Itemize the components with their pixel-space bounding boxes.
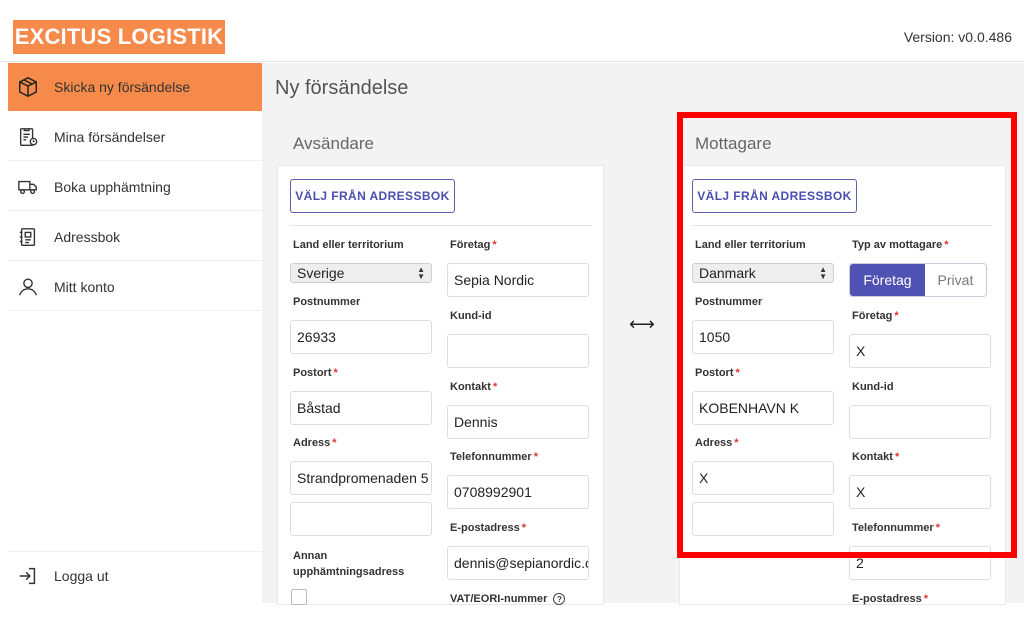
sender-address2-field[interactable] xyxy=(290,502,432,536)
address-book-icon xyxy=(16,225,40,249)
receiver-customer-id-field[interactable] xyxy=(849,405,991,439)
sender-section-title: Avsändare xyxy=(293,134,374,153)
select-arrows-icon: ▲ ▼ xyxy=(819,265,827,281)
swap-addresses-button[interactable]: ⟷ xyxy=(629,314,655,335)
sender-customer-id-label: Kund-id xyxy=(450,310,492,322)
sidebar-item-label: Adressbok xyxy=(54,228,121,245)
page-title: Ny försändelse xyxy=(275,77,409,99)
receiver-contact-label: Kontakt * xyxy=(852,451,900,463)
select-arrows-icon: ▲ ▼ xyxy=(417,265,425,281)
receiver-country-label: Land eller territorium xyxy=(695,239,806,251)
sender-email-label: E-postadress * xyxy=(450,522,526,534)
sidebar: Skicka ny försändelse Mina försändelser … xyxy=(8,63,262,603)
logout-button[interactable]: Logga ut xyxy=(8,551,262,599)
receiver-card xyxy=(679,165,1006,605)
sender-phone-label: Telefonnummer * xyxy=(450,451,538,463)
sender-address-book-button[interactable]: VÄLJ FRÅN ADRESSBOK xyxy=(290,179,455,213)
receiver-customer-id-label: Kund-id xyxy=(852,381,894,393)
receiver-postal-code-label: Postnummer xyxy=(695,296,763,308)
sender-postal-code-label: Postnummer xyxy=(293,296,361,308)
sidebar-item-label: Mitt konto xyxy=(54,278,115,295)
sender-postal-code-field[interactable]: 26933 xyxy=(290,320,432,354)
version-label: Version: v0.0.486 xyxy=(903,29,1012,45)
receiver-contact-field[interactable]: X xyxy=(849,475,991,509)
receiver-type-toggle: Företag Privat xyxy=(849,263,987,297)
receiver-address-label: Adress * xyxy=(695,437,739,449)
logout-icon xyxy=(16,564,40,588)
sender-divider xyxy=(290,225,592,226)
receiver-type-private-option[interactable]: Privat xyxy=(924,264,986,296)
sidebar-item-my-account[interactable]: Mitt konto xyxy=(8,263,262,311)
sender-phone-field[interactable]: 0708992901 xyxy=(447,475,589,509)
receiver-email-label: E-postadress * xyxy=(852,593,928,605)
sender-country-select[interactable]: Sverige ▲ ▼ xyxy=(290,263,432,283)
receiver-company-field[interactable]: X xyxy=(849,334,991,368)
receiver-address-field[interactable]: X xyxy=(692,461,834,495)
sender-customer-id-field[interactable] xyxy=(447,334,589,368)
brand-logo[interactable]: EXCITUS LOGISTIK xyxy=(13,20,225,54)
sidebar-item-label: Boka upphämtning xyxy=(54,178,171,195)
sender-company-field[interactable]: Sepia Nordic xyxy=(447,263,589,297)
sender-address-label: Adress * xyxy=(293,437,337,449)
sender-city-label: Postort * xyxy=(293,367,338,379)
sidebar-item-label: Skicka ny försändelse xyxy=(54,79,191,95)
sender-address-field[interactable]: Strandpromenaden 5 xyxy=(290,461,432,495)
receiver-type-company-option[interactable]: Företag xyxy=(850,264,925,296)
sidebar-item-send-shipment[interactable]: Skicka ny försändelse xyxy=(8,63,262,111)
sender-contact-field[interactable]: Dennis xyxy=(447,405,589,439)
sender-alt-pickup-label: Annan upphämtningsadress xyxy=(293,550,405,578)
receiver-country-value: Danmark xyxy=(699,265,756,281)
sender-vat-label: VAT/EORI-nummer? xyxy=(450,593,566,605)
clipboard-clock-icon xyxy=(16,125,40,149)
sender-company-label: Företag * xyxy=(450,239,497,251)
receiver-city-label: Postort * xyxy=(695,367,740,379)
receiver-company-label: Företag * xyxy=(852,310,899,322)
sender-country-value: Sverige xyxy=(297,265,345,281)
truck-icon xyxy=(16,175,40,199)
sidebar-item-label: Mina försändelser xyxy=(54,128,166,145)
receiver-type-label: Typ av mottagare * xyxy=(852,239,949,251)
sender-country-label: Land eller territorium xyxy=(293,239,404,251)
package-icon xyxy=(16,75,40,99)
sender-email-field[interactable]: dennis@sepianordic.c xyxy=(447,546,589,580)
receiver-phone-field[interactable]: 2 xyxy=(849,546,991,580)
receiver-address-book-button[interactable]: VÄLJ FRÅN ADRESSBOK xyxy=(692,179,857,213)
sender-city-field[interactable]: Båstad xyxy=(290,391,432,425)
receiver-address2-field[interactable] xyxy=(692,502,834,536)
receiver-divider xyxy=(692,225,992,226)
sidebar-item-book-pickup[interactable]: Boka upphämtning xyxy=(8,163,262,211)
logout-label: Logga ut xyxy=(54,567,109,584)
help-icon[interactable]: ? xyxy=(553,593,566,605)
receiver-country-select[interactable]: Danmark ▲ ▼ xyxy=(692,263,834,283)
receiver-postal-code-field[interactable]: 1050 xyxy=(692,320,834,354)
sidebar-item-my-shipments[interactable]: Mina försändelser xyxy=(8,113,262,161)
receiver-city-field[interactable]: KOBENHAVN K xyxy=(692,391,834,425)
receiver-section-title: Mottagare xyxy=(695,134,772,153)
receiver-phone-label: Telefonnummer * xyxy=(852,522,940,534)
sidebar-item-address-book[interactable]: Adressbok xyxy=(8,213,262,261)
user-icon xyxy=(16,275,40,299)
sender-alt-pickup-checkbox[interactable] xyxy=(291,589,307,605)
sender-card xyxy=(277,165,604,605)
sender-contact-label: Kontakt * xyxy=(450,381,498,393)
app-header: EXCITUS LOGISTIK Version: v0.0.486 xyxy=(0,0,1024,62)
